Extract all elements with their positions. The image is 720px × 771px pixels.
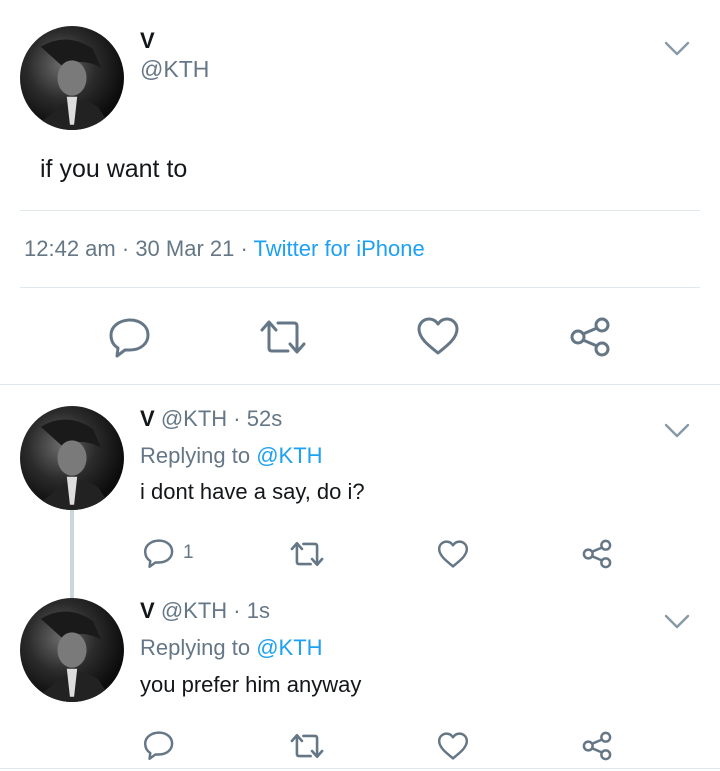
heart-icon [417, 317, 459, 355]
tweet-text: if you want to [40, 155, 188, 183]
reply-button[interactable] [143, 729, 175, 761]
share-button[interactable] [581, 730, 613, 762]
replying-label: Replying to [140, 443, 251, 468]
replying-to: Replying to @KTH [140, 635, 323, 661]
divider [0, 768, 720, 769]
tweet-source-link[interactable]: Twitter for iPhone [254, 236, 425, 261]
reply-header: V @KTH · 52s [140, 406, 282, 432]
share-icon [582, 731, 612, 761]
tweet-text: i dont have a say, do i? [140, 479, 365, 504]
tweet-time: 12:42 am [24, 236, 116, 261]
mention-link[interactable]: @KTH [256, 443, 322, 468]
reply-button[interactable] [108, 316, 152, 358]
divider [20, 210, 700, 211]
retweet-icon [290, 541, 324, 567]
heart-icon [437, 732, 469, 760]
chevron-down-icon[interactable] [664, 423, 690, 439]
like-button[interactable] [416, 316, 460, 356]
divider [20, 287, 700, 288]
replying-to: Replying to @KTH [140, 443, 323, 469]
tweet-age: 52s [246, 406, 283, 431]
divider [0, 384, 720, 385]
retweet-button[interactable] [289, 540, 325, 568]
reply-header: V @KTH · 1s [140, 598, 270, 624]
display-name[interactable]: V [140, 406, 155, 431]
retweet-icon [290, 733, 324, 759]
separator: · [240, 236, 248, 261]
share-button[interactable] [568, 316, 612, 358]
share-icon [570, 317, 610, 357]
reply-count: 1 [183, 542, 194, 563]
separator: · [121, 236, 130, 261]
tweet-meta: 12:42 am · 30 Mar 21 · Twitter for iPhon… [24, 236, 425, 262]
replying-label: Replying to [140, 635, 251, 660]
avatar[interactable] [20, 26, 124, 130]
tweet-date: 30 Mar 21 [135, 236, 235, 261]
user-handle[interactable]: @KTH [161, 598, 227, 623]
mention-link[interactable]: @KTH [256, 635, 322, 660]
avatar[interactable] [20, 598, 124, 702]
display-name[interactable]: V [140, 28, 155, 54]
separator: · [233, 406, 241, 431]
like-button[interactable] [437, 539, 469, 569]
separator: · [233, 598, 241, 623]
tweet-age: 1s [246, 598, 270, 623]
retweet-button[interactable] [289, 732, 325, 760]
reply-icon [109, 318, 150, 358]
reply-icon [143, 539, 174, 569]
tweet-text: you prefer him anyway [140, 672, 362, 697]
like-button[interactable] [437, 731, 469, 761]
share-icon [582, 539, 612, 569]
reply-icon [143, 731, 174, 761]
avatar[interactable] [20, 406, 124, 510]
user-handle[interactable]: @KTH [161, 406, 227, 431]
display-name[interactable]: V [140, 598, 155, 623]
retweet-button[interactable] [258, 318, 308, 356]
heart-icon [437, 540, 469, 568]
chevron-down-icon[interactable] [664, 614, 690, 630]
retweet-icon [260, 320, 306, 354]
share-button[interactable] [581, 538, 613, 570]
chevron-down-icon[interactable] [664, 41, 690, 57]
reply-button[interactable]: 1 [143, 537, 194, 569]
thread-line [70, 508, 74, 600]
user-handle[interactable]: @KTH [140, 56, 209, 83]
